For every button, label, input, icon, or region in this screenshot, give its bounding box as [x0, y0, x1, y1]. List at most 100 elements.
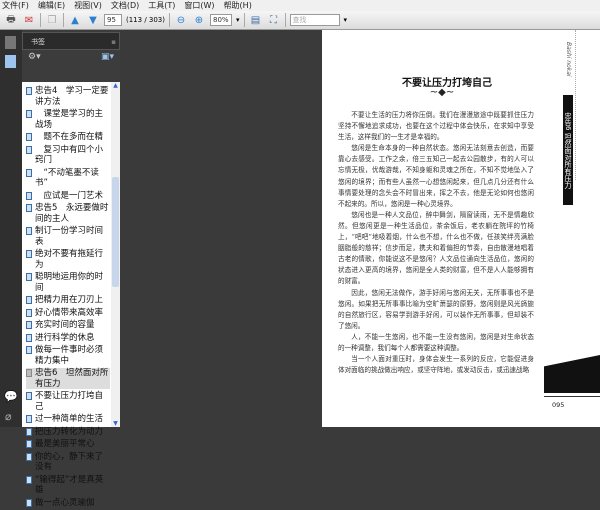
- comments-icon[interactable]: 💬: [4, 390, 18, 403]
- bookmark-icon: [26, 392, 32, 400]
- bookmark-item[interactable]: 进行科学的休息: [26, 333, 110, 344]
- bookmark-icon: [26, 346, 32, 354]
- bookmark-icon: [26, 168, 32, 177]
- bookmark-label: 做每一件事时必须精力集中: [35, 345, 104, 366]
- bookmark-item[interactable]: 过一种简单的生活: [26, 414, 110, 425]
- prev-page-icon[interactable]: ▲: [68, 14, 82, 27]
- menu-help[interactable]: 帮助(H): [224, 0, 252, 11]
- bookmark-label: 忠告4 学习一定要讲方法: [35, 86, 109, 107]
- pages-icon[interactable]: [5, 36, 16, 49]
- bookmark-label: 把精力用在刀刃上: [35, 295, 104, 305]
- search-input[interactable]: 查找: [289, 14, 340, 26]
- scrollbar[interactable]: ▲ ▼: [111, 82, 120, 427]
- paragraph: 悠闲也是一种人文品位，醉中舞剑，隔窗读雨，无不是情趣欣然。但悠闲更是一种生活品位…: [338, 210, 534, 286]
- scrollbar-thumb[interactable]: [112, 177, 119, 287]
- bookmark-item[interactable]: 最是美丽平常心: [26, 439, 110, 450]
- menu-edit[interactable]: 编辑(E): [38, 0, 65, 11]
- divider: [284, 13, 286, 27]
- menu-view[interactable]: 视图(V): [74, 0, 102, 11]
- bookmark-icon: [26, 110, 32, 118]
- bookmark-item[interactable]: 题不在多而在精: [26, 132, 110, 143]
- bookmark-icon: [26, 333, 32, 342]
- bookmark-label: 题不在多而在精: [35, 132, 104, 142]
- paragraph: 不要让生活的压力将你压倒。我们在漫漫旅途中既要抓住压力坚持不懈地追求成功，也要在…: [338, 111, 534, 142]
- scroll-down-icon[interactable]: ▼: [111, 420, 120, 427]
- fullscreen-icon[interactable]: ⛶: [267, 14, 281, 27]
- zoom-in-icon[interactable]: ⊕: [192, 14, 206, 27]
- bookmark-icon: [26, 369, 32, 377]
- bookmark-label: 忠告5 永远要做时间的主人: [35, 203, 109, 224]
- bookmark-item[interactable]: 好心情带来高效率: [26, 308, 110, 319]
- bookmarks-icon[interactable]: [5, 55, 16, 68]
- share-icon[interactable]: ✉: [22, 14, 36, 27]
- bookmark-label: 不要让压力打垮自己: [35, 391, 104, 412]
- new-bookmark-icon[interactable]: ▣▾: [101, 52, 114, 62]
- panel-title: 书签: [31, 38, 45, 46]
- bookmark-item[interactable]: 不要让压力打垮自己: [26, 391, 110, 412]
- bookmark-item[interactable]: 绝对不要有拖延行为: [26, 249, 110, 270]
- paragraph: 悠闲是生命本身的一种自然状态。悠闲无法刻意去创造，而要靠心去感受。工作之余，倍三…: [338, 144, 534, 208]
- scroll-up-icon[interactable]: ▲: [111, 82, 120, 89]
- bookmark-item[interactable]: 把压力转化为动力: [26, 427, 110, 438]
- bookmark-item[interactable]: 忠告5 永远要做时间的主人: [26, 203, 110, 224]
- bookmark-item[interactable]: “不动笔墨不读书”: [26, 168, 110, 189]
- divider: [63, 13, 64, 27]
- menu-window[interactable]: 窗口(W): [184, 0, 214, 11]
- bookmark-label: 充实时间的容量: [35, 320, 95, 330]
- bookmark-item[interactable]: 复习中有四个小窍门: [26, 145, 110, 166]
- paragraph: 人，不能一生悠闲，也不能一生没有悠闲，悠闲是对生命状态的一种调整，我们每个人都需…: [338, 332, 534, 352]
- print-icon[interactable]: 🖶: [4, 14, 18, 27]
- bookmark-icon: [26, 452, 32, 461]
- zoom-out-icon[interactable]: ⊖: [174, 14, 188, 27]
- bookmark-icon: [26, 87, 32, 95]
- bookmark-icon: [26, 133, 32, 141]
- menu-document[interactable]: 文档(D): [111, 0, 139, 11]
- search-dropdown-icon[interactable]: ▾: [344, 16, 348, 24]
- bookmark-icon: [26, 296, 32, 304]
- running-head: Bashi nokai: [565, 42, 572, 77]
- bookmarks-panel: 书签 ▪ ⚙▾ ▣▾ 忠告4 学习一定要讲方法 课堂是学习的主战场 题不在多而在…: [22, 30, 120, 508]
- bookmark-label: 好心情带来高效率: [35, 307, 104, 318]
- bookmark-item[interactable]: “输得起”才是真英雄: [26, 475, 110, 496]
- panel-toolbar: ⚙▾ ▣▾: [22, 50, 120, 64]
- attachment-icon[interactable]: ⌀: [5, 410, 12, 423]
- bookmark-item[interactable]: 你的心，静下来了没有: [26, 452, 110, 473]
- bookmark-item[interactable]: 应试是一门艺术: [26, 191, 110, 202]
- bookmark-icon: [26, 475, 32, 484]
- bookmark-label: 把压力转化为动力: [35, 426, 104, 437]
- bookmark-item[interactable]: 做每一件事时必须精力集中: [26, 345, 110, 366]
- bookmark-item[interactable]: 忠告6 坦然面对所有压力: [26, 368, 110, 389]
- bookmark-item[interactable]: 制订一份学习时间表: [26, 226, 110, 247]
- bookmark-label: 制订一份学习时间表: [35, 226, 104, 247]
- margin-rule: [575, 30, 576, 180]
- next-page-icon[interactable]: ▼: [86, 14, 100, 27]
- zoom-input[interactable]: 80%: [210, 14, 232, 26]
- navigation-strip: 💬 ⌀: [0, 30, 22, 427]
- page-number-input[interactable]: 95: [104, 14, 122, 26]
- divider: [40, 13, 41, 27]
- ornament-icon: ~◆~: [429, 87, 455, 98]
- panel-close-icon[interactable]: ▪: [111, 33, 116, 51]
- options-gear-icon[interactable]: ⚙▾: [28, 52, 41, 62]
- zoom-dropdown-icon[interactable]: ▾: [236, 16, 240, 24]
- bookmark-label: 你的心，静下来了没有: [35, 451, 104, 473]
- bookmark-item[interactable]: 聪明地运用你的时间: [26, 272, 110, 293]
- bookmark-item[interactable]: 课堂是学习的主战场: [26, 109, 110, 130]
- bookmark-label: 做一点心灵瑜伽: [35, 497, 95, 508]
- bookmark-label: 复习中有四个小窍门: [35, 144, 104, 166]
- fit-page-icon[interactable]: ▤: [249, 14, 263, 27]
- bookmark-icon: [26, 308, 32, 317]
- bookmark-item[interactable]: 做一点心灵瑜伽: [26, 498, 110, 509]
- bookmark-item[interactable]: 把精力用在刀刃上: [26, 295, 110, 306]
- panel-header: 书签 ▪: [22, 32, 120, 50]
- bookmark-label: “输得起”才是真英雄: [35, 474, 104, 496]
- menu-file[interactable]: 文件(F): [2, 0, 29, 11]
- bookmark-icon: [26, 321, 32, 329]
- bookmark-list: 忠告4 学习一定要讲方法 课堂是学习的主战场 题不在多而在精 复习中有四个小窍门…: [22, 82, 120, 508]
- comment-icon[interactable]: ❐: [45, 14, 59, 27]
- bookmark-item[interactable]: 忠告4 学习一定要讲方法: [26, 86, 110, 107]
- corner-illustration: [544, 355, 600, 393]
- bookmark-icon: [26, 415, 32, 423]
- menu-tools[interactable]: 工具(T): [148, 0, 175, 11]
- bookmark-item[interactable]: 充实时间的容量: [26, 320, 110, 331]
